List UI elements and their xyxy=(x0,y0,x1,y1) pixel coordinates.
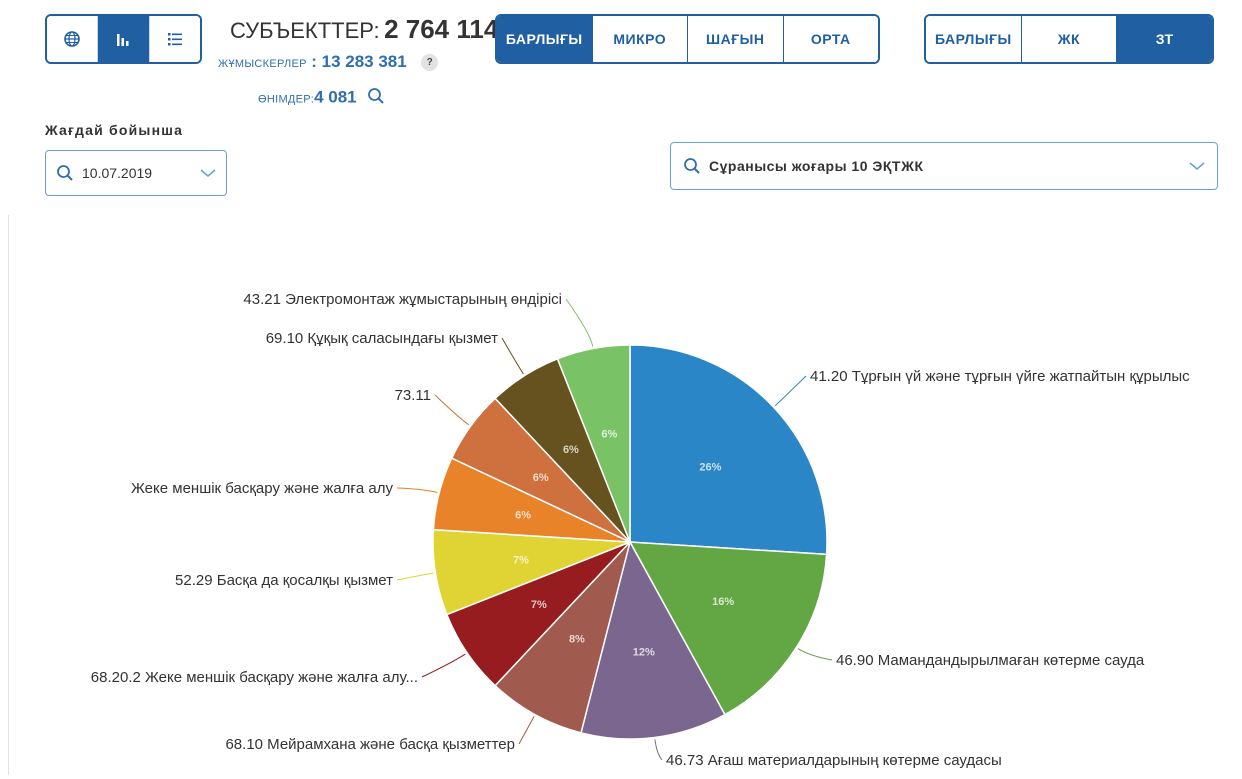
label-connector xyxy=(396,487,438,493)
slice-category-label: 41.20 Тұрғын үй және тұрғын үйге жатпайт… xyxy=(810,368,1190,385)
slice-category-label: 52.29 Басқа да қосалқы қызмет xyxy=(175,572,393,589)
slice-percent-label: 6% xyxy=(533,472,549,484)
slice-percent-label: 7% xyxy=(513,554,529,566)
label-connector xyxy=(654,739,663,761)
slice-category-label: 68.20.2 Жеке меншік басқару және жалға а… xyxy=(91,669,418,686)
label-connector xyxy=(774,375,807,407)
label-connector xyxy=(565,298,594,347)
slice-percent-label: 8% xyxy=(569,634,585,646)
slice-percent-label: 26% xyxy=(699,462,721,474)
label-connector xyxy=(396,572,434,581)
slice-percent-label: 6% xyxy=(601,429,617,441)
slice-category-label: 43.21 Электромонтаж жұмыстарының өндіріс… xyxy=(243,291,562,308)
label-connector xyxy=(501,337,524,375)
slice-percent-label: 6% xyxy=(515,510,531,522)
slice-category-label: 46.90 Мамандандырылмаған көтерме сауда xyxy=(836,652,1145,669)
label-connector xyxy=(434,394,470,426)
slice-category-label: 68.10 Мейрамхана және басқа қызметтер xyxy=(225,736,515,753)
label-connector xyxy=(421,653,466,678)
slice-percent-label: 12% xyxy=(633,647,655,659)
pie-chart: 26% 16% 12% 8% 7% 7% 6% 6% 6% 6% 41.20 Тұрғын үй … xyxy=(91,291,1190,769)
label-connector xyxy=(518,716,535,745)
slice-percent-label: 7% xyxy=(531,599,547,611)
slice-category-label: 69.10 Құқық саласындағы қызмет xyxy=(266,330,498,347)
slice-category-label: Жеке меншік басқару және жалға алу xyxy=(131,480,393,497)
slice-percent-label: 6% xyxy=(563,444,579,456)
slice-category-label: 46.73 Ағаш материалдарының көтерме сауда… xyxy=(666,752,1002,769)
label-connector xyxy=(797,648,833,661)
slice-category-label: 73.11 xyxy=(395,387,431,404)
slice-percent-label: 16% xyxy=(712,596,734,608)
pie-slice[interactable] xyxy=(629,344,828,556)
